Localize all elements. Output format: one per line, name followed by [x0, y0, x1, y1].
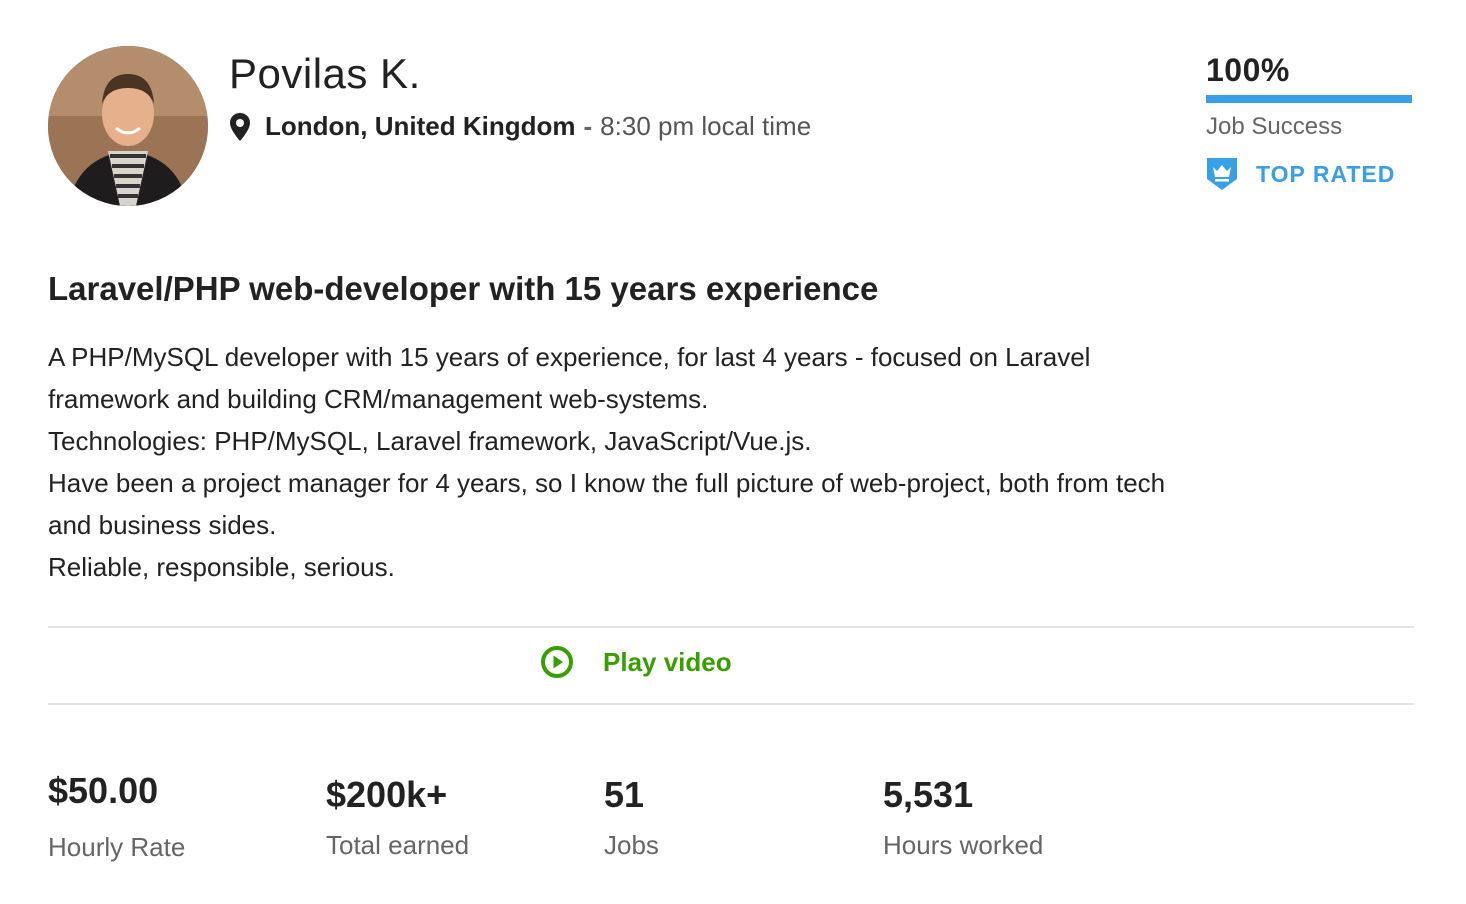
description-line: framework and building CRM/management we… — [48, 384, 709, 414]
stat-value: $50.00 — [48, 770, 159, 811]
stat-value: 5,531 — [883, 774, 974, 815]
job-success-percent: 100% — [1206, 52, 1290, 88]
stat-total-earned: $200k+ Total earned — [326, 774, 469, 861]
divider — [48, 703, 1414, 705]
avatar — [48, 46, 208, 206]
job-success-bar-fill — [1206, 95, 1412, 103]
profile-title: Laravel/PHP web-developer with 15 years … — [48, 270, 879, 307]
play-circle-icon — [541, 646, 573, 678]
profile-description: A PHP/MySQL developer with 15 years of e… — [48, 336, 1418, 588]
location-separator: - — [583, 111, 593, 141]
description-line: A PHP/MySQL developer with 15 years of e… — [48, 342, 1091, 372]
stat-value: 51 — [604, 774, 645, 815]
stat-label: Jobs — [604, 830, 659, 860]
location-text: London, United Kingdom — [265, 111, 576, 141]
description-line: Reliable, responsible, serious. — [48, 552, 395, 582]
freelancer-name: Povilas K. — [229, 50, 421, 97]
divider — [48, 626, 1414, 628]
play-video-label: Play video — [603, 646, 732, 677]
job-success-box: 100% Job Success TOP RATED — [1206, 52, 1412, 191]
play-video-button[interactable]: Play video — [541, 646, 732, 678]
stat-value: $200k+ — [326, 774, 448, 815]
stat-hours-worked: 5,531 Hours worked — [883, 774, 1043, 861]
stat-label: Hours worked — [883, 830, 1044, 860]
avatar-photo — [48, 46, 208, 206]
location-row: London, United Kingdom - 8:30 pm local t… — [229, 111, 811, 142]
description-line: Technologies: PHP/MySQL, Laravel framewo… — [48, 426, 812, 456]
description-line: and business sides. — [48, 510, 277, 540]
map-pin-icon — [229, 112, 251, 142]
top-rated-crown-badge-icon — [1206, 157, 1238, 191]
stat-label: Total earned — [326, 830, 470, 860]
local-time: 8:30 pm local time — [600, 111, 812, 141]
description-line: Have been a project manager for 4 years,… — [48, 468, 1166, 498]
job-success-bar — [1206, 95, 1412, 103]
top-rated-badge[interactable]: TOP RATED — [1206, 157, 1412, 191]
stat-hourly-rate: $50.00 Hourly Rate — [48, 770, 185, 863]
stat-jobs: 51 Jobs — [604, 774, 659, 861]
job-success-label: Job Success — [1206, 113, 1343, 140]
top-rated-label: TOP RATED — [1256, 160, 1396, 187]
stat-label: Hourly Rate — [48, 832, 186, 862]
